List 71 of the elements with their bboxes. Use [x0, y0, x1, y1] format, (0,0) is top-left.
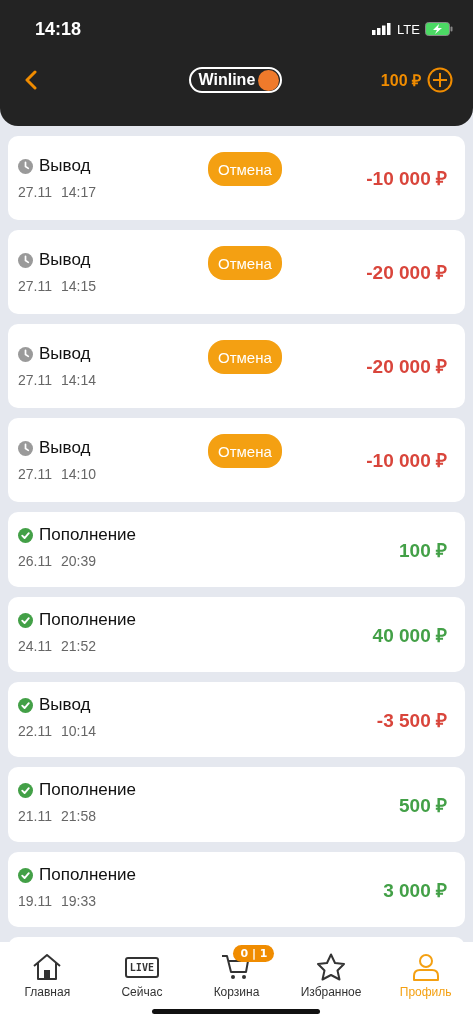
network-label: LTE: [397, 21, 420, 37]
transaction-amount: 40 000 ₽: [372, 623, 447, 648]
check-icon: [18, 527, 33, 543]
transaction-time: 14:10: [61, 466, 97, 482]
transaction-title: Пополнение: [39, 525, 137, 545]
tab-item[interactable]: LIVE Сейчас: [96, 943, 187, 999]
transaction-time: 14:17: [61, 184, 97, 200]
clock-icon: [18, 252, 33, 268]
transaction-card[interactable]: Вывод 27.11 14:17 Отмена -10 000 ₽: [8, 136, 465, 220]
transaction-amount: -10 000 ₽: [366, 167, 447, 191]
transaction-title: Пополнение: [39, 780, 137, 800]
transaction-date: 27.11: [18, 184, 52, 200]
balance: 100 ₽: [380, 71, 421, 91]
live-icon: LIVE: [124, 956, 159, 978]
signal-icon: [372, 23, 393, 35]
transaction-amount: -10 000 ₽: [366, 449, 447, 473]
transaction-date: 27.11: [18, 372, 52, 388]
transaction-card[interactable]: Вывод 27.11 14:14 Отмена -20 000 ₽: [8, 324, 465, 408]
transaction-date: 19.11: [18, 893, 52, 909]
transaction-amount: 100 ₽: [399, 538, 447, 563]
check-icon: [18, 697, 33, 713]
logo: Winline: [188, 67, 283, 93]
transaction-title: Вывод: [39, 156, 91, 176]
transaction-title: Вывод: [39, 695, 91, 715]
transaction-title: Пополнение: [39, 610, 137, 630]
clock-icon: [18, 440, 33, 456]
transaction-time: 21:52: [61, 638, 97, 654]
transaction-title: Пополнение: [39, 865, 137, 885]
clock-icon: [18, 158, 33, 174]
transaction-card[interactable]: Пополнение 21.11 21:58 500 ₽: [8, 767, 465, 842]
transaction-time: 21:58: [61, 808, 97, 824]
transaction-card[interactable]: Вывод 27.11 14:15 Отмена -20 000 ₽: [8, 230, 465, 314]
transaction-title: Вывод: [39, 344, 91, 364]
transaction-time: 10:14: [61, 723, 97, 739]
add-icon[interactable]: [427, 67, 453, 93]
tab-item[interactable]: Избранное: [286, 943, 377, 999]
transaction-time: 19:33: [61, 893, 97, 909]
back-icon[interactable]: [24, 70, 38, 90]
transaction-title: Вывод: [39, 250, 91, 270]
transaction-title: Вывод: [39, 438, 91, 458]
transaction-amount: 500 ₽: [399, 793, 447, 818]
check-icon: [18, 782, 33, 798]
transaction-amount: -3 500 ₽: [376, 708, 447, 733]
status-time: 14:18: [35, 18, 82, 40]
star-icon: [316, 953, 347, 981]
check-icon: [18, 612, 33, 628]
transaction-card[interactable]: Пополнение 24.11 21:52 40 000 ₽: [8, 597, 465, 672]
transaction-date: 24.11: [18, 638, 52, 654]
cart-badge: 0 | 1: [233, 945, 275, 962]
transaction-card[interactable]: Пополнение 26.11 20:39 100 ₽: [8, 512, 465, 587]
battery-icon: [425, 22, 453, 36]
tab-item[interactable]: 0 | 1 Корзина: [191, 943, 282, 999]
transaction-time: 20:39: [61, 553, 97, 569]
transaction-time: 14:15: [61, 278, 97, 294]
clock-icon: [18, 346, 33, 362]
transaction-amount: 3 000 ₽: [383, 878, 447, 903]
profile-icon: [410, 953, 441, 981]
transaction-date: 22.11: [18, 723, 52, 739]
transaction-card[interactable]: Вывод 22.11 10:14 -3 500 ₽: [8, 682, 465, 757]
transaction-date: 27.11: [18, 466, 52, 482]
transaction-date: 21.11: [18, 808, 52, 824]
transaction-time: 14:14: [61, 372, 97, 388]
transaction-amount: -20 000 ₽: [366, 261, 447, 285]
transaction-amount: -20 000 ₽: [366, 355, 447, 379]
tab-item[interactable]: Главная: [2, 943, 93, 999]
transaction-date: 26.11: [18, 553, 52, 569]
check-icon: [18, 867, 33, 883]
transaction-card[interactable]: Пополнение 19.11 19:33 3 000 ₽: [8, 852, 465, 927]
transaction-date: 27.11: [18, 278, 52, 294]
transaction-card[interactable]: Вывод 27.11 14:10 Отмена -10 000 ₽: [8, 418, 465, 502]
home-icon: [32, 953, 63, 981]
